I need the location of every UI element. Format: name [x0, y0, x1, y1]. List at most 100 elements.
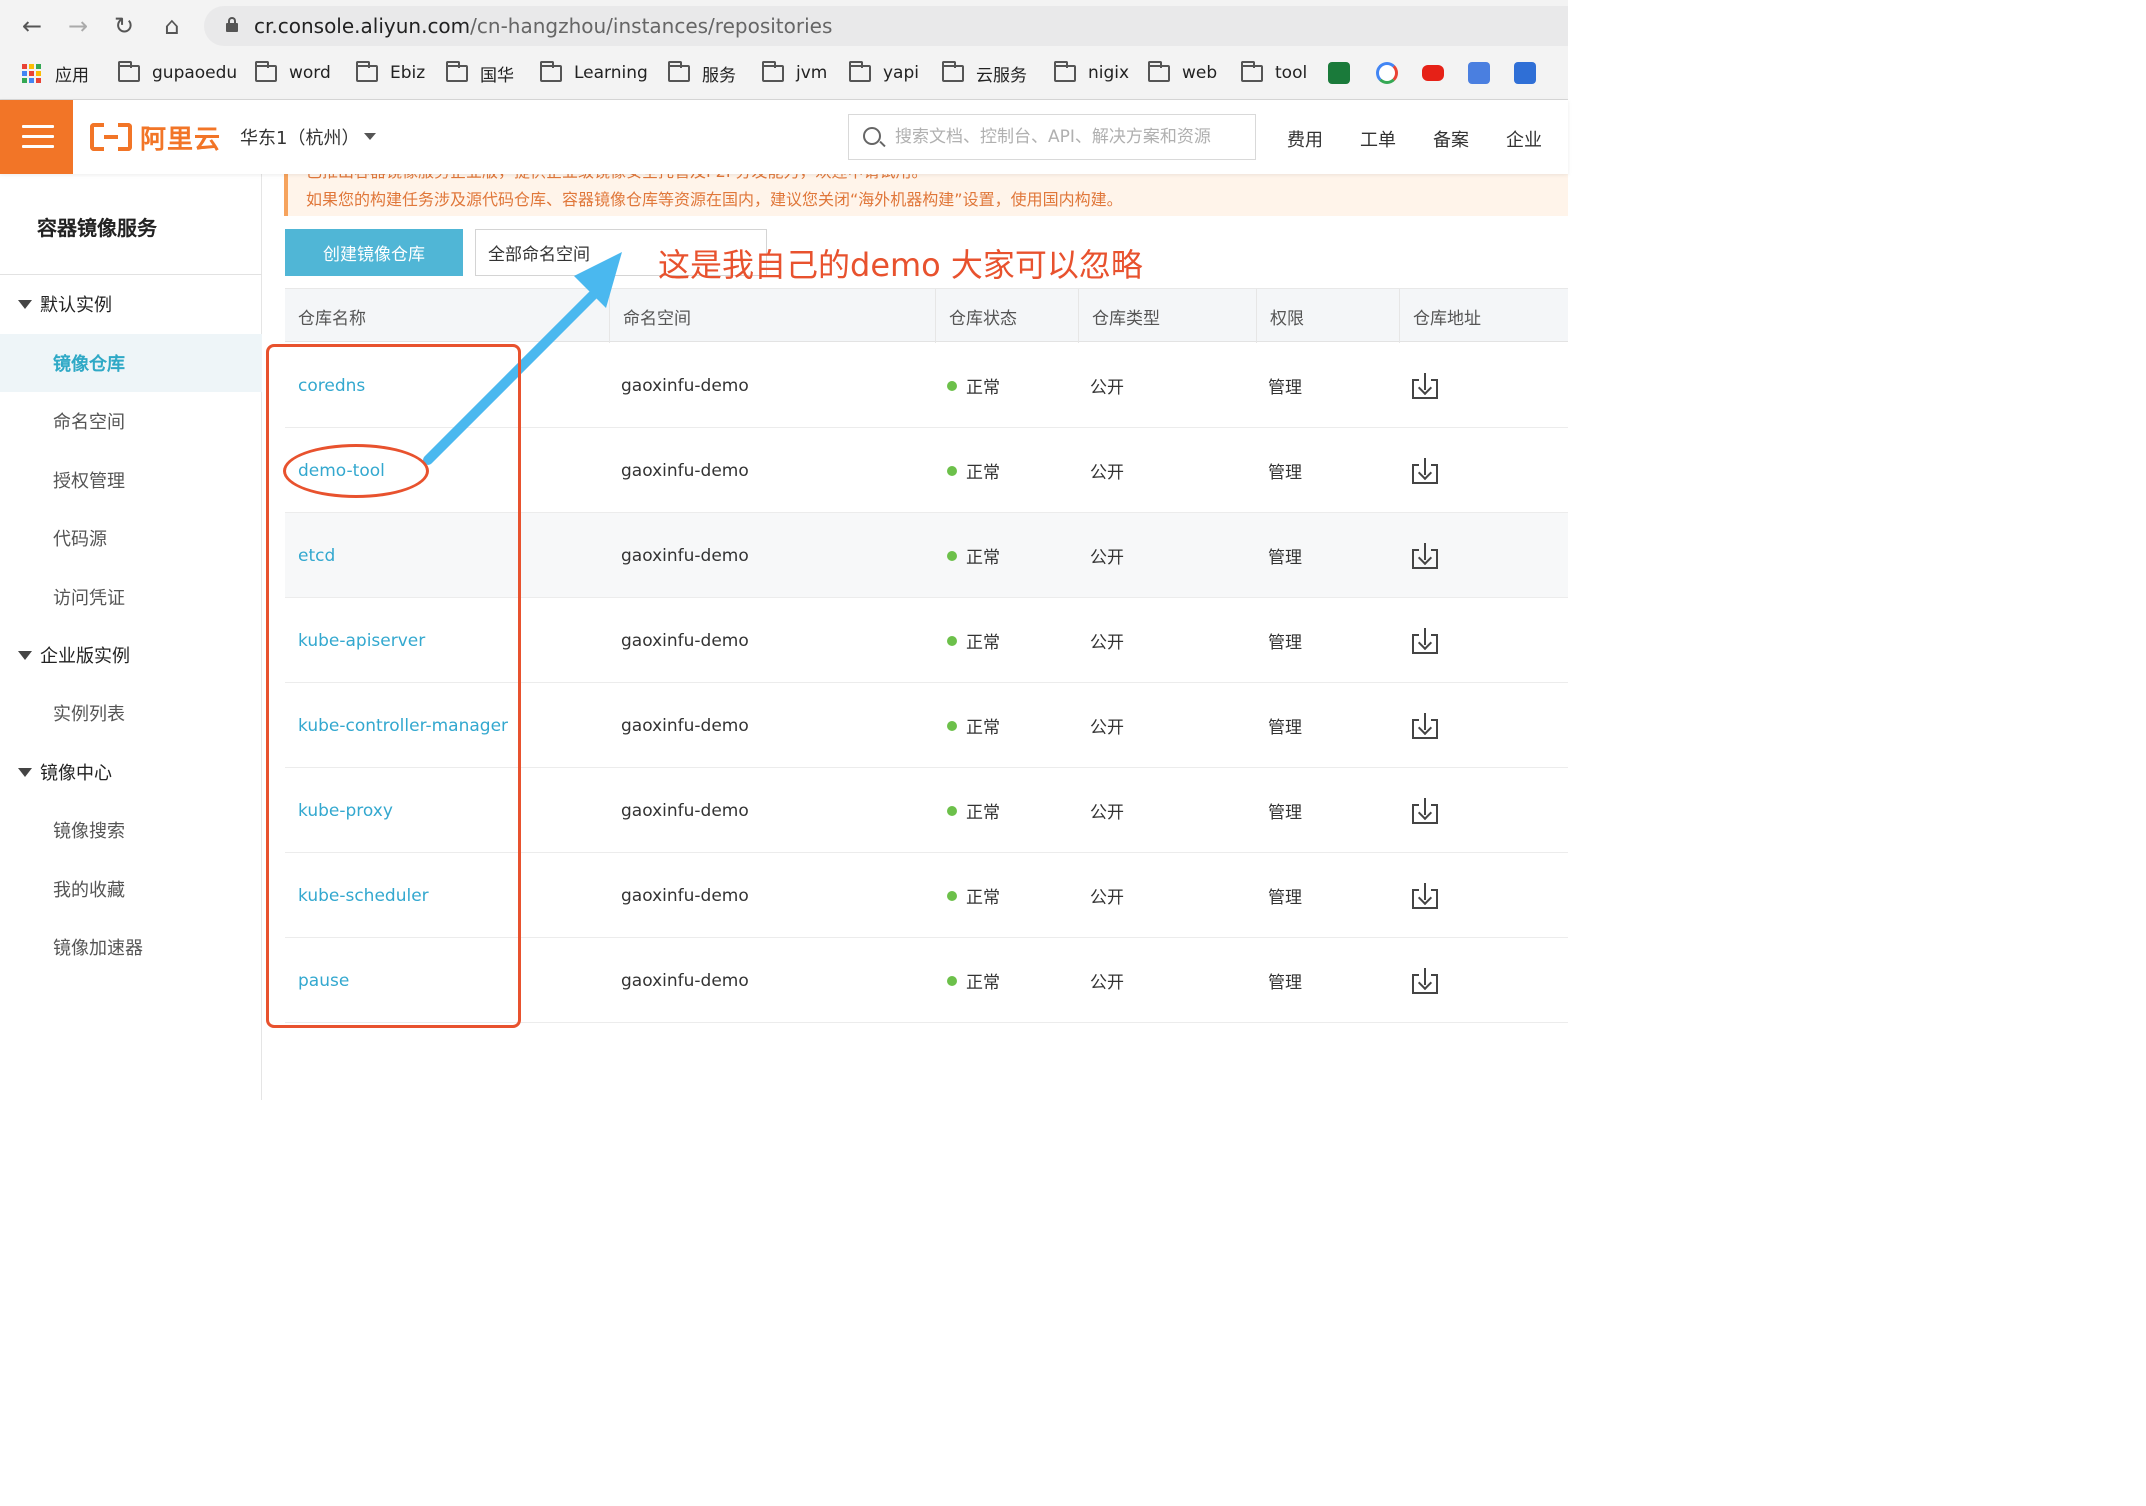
- status-value: 正常: [966, 803, 1000, 823]
- download-icon[interactable]: [1412, 628, 1438, 654]
- manage-link[interactable]: 管理: [1268, 458, 1302, 483]
- sidebar-item-authorization[interactable]: 授权管理: [0, 451, 262, 509]
- bookmark-item[interactable]: 国华: [446, 55, 514, 91]
- status-value-cell: 正常: [947, 598, 1000, 683]
- bookmark-label: 服务: [702, 65, 736, 86]
- bookmark-item[interactable]: Ebiz: [356, 55, 425, 91]
- sidebar-group-image-center[interactable]: 镜像中心: [0, 752, 262, 792]
- menu-icon[interactable]: [0, 100, 73, 174]
- namespace-value: gaoxinfu-demo: [621, 375, 749, 396]
- google-translate-icon[interactable]: [1468, 55, 1490, 91]
- manage-link[interactable]: 管理: [1268, 883, 1302, 908]
- manage-link[interactable]: 管理: [1268, 543, 1302, 568]
- namespace-value: gaoxinfu-demo: [621, 970, 749, 991]
- bookmark-label: Ebiz: [390, 63, 426, 83]
- sidebar-item-favorites[interactable]: 我的收藏: [0, 860, 262, 918]
- sidebar-item-code-source[interactable]: 代码源: [0, 509, 262, 567]
- sidebar-item-credentials[interactable]: 访问凭证: [0, 568, 262, 626]
- top-link-tickets[interactable]: 工单: [1360, 126, 1396, 152]
- bookmark-item[interactable]: gupaoedu: [118, 55, 237, 91]
- top-link-icp[interactable]: 备案: [1433, 126, 1469, 152]
- repo-type-value-cell: 公开: [1090, 598, 1124, 683]
- download-icon[interactable]: [1412, 543, 1438, 569]
- repo-type-value: 公开: [1090, 378, 1124, 398]
- download-icon[interactable]: [1412, 968, 1438, 994]
- bookmark-item[interactable]: web: [1148, 55, 1217, 91]
- back-arrow-icon[interactable]: ←: [16, 10, 48, 42]
- namespace-value: gaoxinfu-demo: [621, 800, 749, 821]
- bookmark-item[interactable]: 应用: [22, 55, 89, 91]
- google-icon[interactable]: [1376, 55, 1398, 91]
- sidebar-item-instance-list[interactable]: 实例列表: [0, 684, 262, 742]
- namespace-value-cell: gaoxinfu-demo: [621, 343, 749, 428]
- bookmark-label: web: [1182, 63, 1218, 83]
- home-icon[interactable]: ⌂: [156, 10, 188, 42]
- folder-icon: [762, 60, 784, 82]
- bookmark-item[interactable]: 云服务: [942, 55, 1027, 91]
- download-icon[interactable]: [1412, 713, 1438, 739]
- bookmark-item[interactable]: word: [255, 55, 331, 91]
- status-value: 正常: [966, 633, 1000, 653]
- aliyun-logo[interactable]: 阿里云: [90, 120, 221, 155]
- status-value-cell: 正常: [947, 683, 1000, 768]
- chevron-down-icon[interactable]: [364, 133, 376, 140]
- sidebar-item-repositories[interactable]: 镜像仓库: [0, 334, 262, 392]
- namespace-value: gaoxinfu-demo: [621, 545, 749, 566]
- download-icon[interactable]: [1412, 373, 1438, 399]
- manage-link-cell: 管理: [1268, 343, 1302, 428]
- baidu-icon[interactable]: [1514, 55, 1536, 91]
- download-icon[interactable]: [1412, 883, 1438, 909]
- youtube-icon[interactable]: [1422, 55, 1444, 91]
- region-selector[interactable]: 华东1（杭州）: [240, 124, 359, 150]
- bookmark-item[interactable]: 服务: [668, 55, 736, 91]
- folder-icon: [255, 60, 277, 82]
- lock-icon: [226, 17, 238, 32]
- console-header: 阿里云 华东1（杭州） 费用 工单 备案 企业: [0, 100, 1568, 174]
- sidebar-group-enterprise-instance[interactable]: 企业版实例: [0, 635, 262, 675]
- forward-arrow-icon[interactable]: →: [62, 10, 94, 42]
- sidebar-item-accelerator[interactable]: 镜像加速器: [0, 918, 262, 976]
- manage-link[interactable]: 管理: [1268, 373, 1302, 398]
- namespace-value-cell: gaoxinfu-demo: [621, 768, 749, 853]
- sidebar: 容器镜像服务 默认实例 镜像仓库 命名空间 授权管理 代码源 访问凭证 企业版实…: [0, 174, 262, 1100]
- reload-icon[interactable]: ↻: [108, 10, 140, 42]
- manage-link[interactable]: 管理: [1268, 968, 1302, 993]
- folder-icon: [1054, 60, 1076, 82]
- bookmark-item[interactable]: tool: [1241, 55, 1307, 91]
- download-icon[interactable]: [1412, 798, 1438, 824]
- namespace-value-cell: gaoxinfu-demo: [621, 853, 749, 938]
- status-dot-icon: [947, 635, 957, 646]
- infoq-icon[interactable]: [1328, 55, 1350, 91]
- download-icon[interactable]: [1412, 458, 1438, 484]
- manage-link[interactable]: 管理: [1268, 628, 1302, 653]
- manage-link[interactable]: 管理: [1268, 713, 1302, 738]
- create-repository-button[interactable]: 创建镜像仓库: [285, 229, 463, 276]
- status-dot-icon: [947, 465, 957, 476]
- bookmark-item[interactable]: Learning: [540, 55, 648, 91]
- repo-type-value-cell: 公开: [1090, 938, 1124, 1023]
- caret-down-icon: [18, 299, 32, 309]
- status-value-cell: 正常: [947, 343, 1000, 428]
- folder-icon: [942, 60, 964, 82]
- sidebar-item-namespaces[interactable]: 命名空间: [0, 392, 262, 450]
- top-link-enterprise[interactable]: 企业: [1506, 126, 1542, 152]
- sidebar-group-default-instance[interactable]: 默认实例: [0, 284, 262, 324]
- top-link-billing[interactable]: 费用: [1287, 126, 1323, 152]
- bookmark-item[interactable]: yapi: [849, 55, 919, 91]
- manage-link-cell: 管理: [1268, 513, 1302, 598]
- bookmark-item[interactable]: nigix: [1054, 55, 1129, 91]
- namespace-value: gaoxinfu-demo: [621, 630, 749, 651]
- search-input[interactable]: [895, 123, 1245, 151]
- repo-type-value-cell: 公开: [1090, 428, 1124, 513]
- address-bar[interactable]: cr.console.aliyun.com/cn-hangzhou/instan…: [204, 6, 1568, 46]
- manage-link-cell: 管理: [1268, 938, 1302, 1023]
- bookmark-item[interactable]: jvm: [762, 55, 827, 91]
- folder-icon: [668, 60, 690, 82]
- column-header: 仓库地址: [1413, 308, 1481, 329]
- namespace-value-cell: gaoxinfu-demo: [621, 938, 749, 1023]
- global-search[interactable]: [848, 114, 1256, 160]
- url-text[interactable]: cr.console.aliyun.com/cn-hangzhou/instan…: [254, 14, 832, 38]
- manage-link[interactable]: 管理: [1268, 798, 1302, 823]
- sidebar-item-image-search[interactable]: 镜像搜索: [0, 801, 262, 859]
- namespace-value-cell: gaoxinfu-demo: [621, 428, 749, 513]
